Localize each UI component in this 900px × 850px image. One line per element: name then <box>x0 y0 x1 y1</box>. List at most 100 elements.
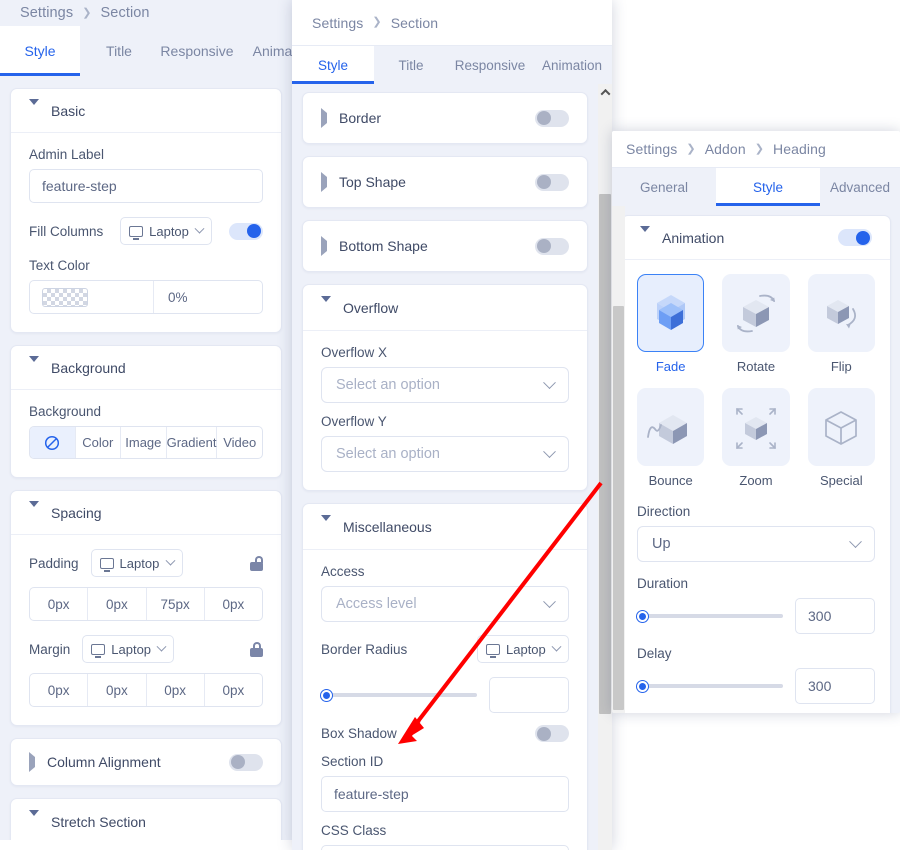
overflow-x-select[interactable]: Select an option <box>321 367 569 403</box>
fill-columns-toggle[interactable] <box>228 222 263 240</box>
background-option-gradient[interactable]: Gradient <box>167 427 218 458</box>
breadcrumb-item-section[interactable]: Section <box>101 5 150 21</box>
box-shadow-toggle[interactable] <box>535 725 569 742</box>
card-overflow-header[interactable]: Overflow <box>303 285 587 331</box>
tab-style[interactable]: Style <box>716 168 820 206</box>
scrollbar-thumb[interactable] <box>599 194 611 714</box>
animation-label: Special <box>820 473 863 488</box>
animation-option-zoom[interactable]: Zoom <box>722 388 790 488</box>
card-background-header[interactable]: Background <box>11 346 281 390</box>
animation-option-rotate[interactable]: Rotate <box>722 274 790 374</box>
tab-title[interactable]: Title <box>80 26 158 76</box>
direction-select[interactable]: Up <box>637 526 875 562</box>
animation-tile[interactable] <box>637 274 705 352</box>
card-top-shape-header[interactable]: Top Shape <box>303 157 587 207</box>
breadcrumb-item-settings[interactable]: Settings <box>312 15 363 31</box>
padding-left-input[interactable]: 0px <box>205 588 262 620</box>
card-border: Border <box>302 92 588 144</box>
duration-input[interactable]: 300 <box>795 598 875 634</box>
animation-tile[interactable] <box>807 388 875 466</box>
card-column-alignment-header[interactable]: Column Alignment <box>11 739 281 785</box>
tab-style[interactable]: Style <box>0 26 80 76</box>
animation-option-fade[interactable]: Fade <box>637 274 705 374</box>
tab-general[interactable]: General <box>612 168 716 206</box>
delay-input[interactable]: 300 <box>795 668 875 704</box>
card-basic-header[interactable]: Basic <box>11 89 281 133</box>
card-stretch-section-header[interactable]: Stretch Section <box>11 799 281 840</box>
border-radius-slider[interactable] <box>321 688 477 702</box>
tab-animation[interactable]: Animati <box>236 26 292 76</box>
margin-lock-icon[interactable] <box>250 641 263 657</box>
animation-option-special[interactable]: Special <box>807 388 875 488</box>
animation-tile[interactable] <box>637 388 705 466</box>
top-shape-toggle[interactable] <box>535 173 569 191</box>
margin-top-input[interactable]: 0px <box>30 674 89 706</box>
column-alignment-toggle[interactable] <box>229 753 263 771</box>
tab-advanced[interactable]: Advanced <box>820 168 900 206</box>
text-color-opacity-value[interactable]: 0% <box>154 281 262 313</box>
background-option-video[interactable]: Video <box>217 427 262 458</box>
chevron-right-icon <box>29 751 35 772</box>
border-toggle[interactable] <box>535 109 569 127</box>
card-background-body: Background Color Image Gradient Video <box>11 390 281 477</box>
animation-option-flip[interactable]: Flip <box>807 274 875 374</box>
bottom-shape-toggle[interactable] <box>535 237 569 255</box>
margin-left-input[interactable]: 0px <box>205 674 262 706</box>
scroll-up-arrow-icon[interactable] <box>598 84 612 100</box>
scrollbar-thumb[interactable] <box>613 306 624 710</box>
padding-device-select[interactable]: Laptop <box>90 549 183 577</box>
card-miscellaneous-header[interactable]: Miscellaneous <box>303 504 587 550</box>
animation-tile[interactable] <box>722 274 790 352</box>
border-radius-input[interactable] <box>489 677 569 713</box>
breadcrumb-item-settings[interactable]: Settings <box>20 5 73 21</box>
tab-responsive[interactable]: Responsive <box>448 46 532 84</box>
animation-option-bounce[interactable]: Bounce <box>637 388 705 488</box>
card-bottom-shape-header[interactable]: Bottom Shape <box>303 221 587 271</box>
card-miscellaneous-title: Miscellaneous <box>343 518 432 535</box>
tab-animation[interactable]: Animation <box>532 46 612 84</box>
breadcrumb-item-settings[interactable]: Settings <box>626 141 677 157</box>
padding-lock-icon[interactable] <box>250 555 263 571</box>
section-id-input[interactable]: feature-step <box>321 776 569 812</box>
padding-bottom-input[interactable]: 75px <box>147 588 205 620</box>
animation-toggle[interactable] <box>838 229 872 246</box>
animation-tile[interactable] <box>722 388 790 466</box>
card-border-title: Border <box>339 110 382 126</box>
margin-device-select[interactable]: Laptop <box>82 635 175 663</box>
card-border-header[interactable]: Border <box>303 93 587 143</box>
tab-title[interactable]: Title <box>374 46 448 84</box>
middle-panel-scrollbar[interactable] <box>598 84 612 850</box>
border-radius-device-select[interactable]: Laptop <box>477 635 569 663</box>
right-panel-scrollbar[interactable] <box>612 206 625 713</box>
tab-responsive[interactable]: Responsive <box>158 26 236 76</box>
background-option-color[interactable]: Color <box>76 427 122 458</box>
breadcrumb-separator-icon: ❯ <box>82 6 92 19</box>
padding-top-input[interactable]: 0px <box>30 588 89 620</box>
breadcrumb-item-section[interactable]: Section <box>391 15 438 31</box>
right-breadcrumb-bar: Settings ❯ Addon ❯ Heading <box>612 131 900 168</box>
text-color-field[interactable]: 0% <box>29 280 263 314</box>
card-bottom-shape-title: Bottom Shape <box>339 238 428 254</box>
access-level-select[interactable]: Access level <box>321 586 569 622</box>
margin-right-input[interactable]: 0px <box>88 674 147 706</box>
background-option-image[interactable]: Image <box>121 427 167 458</box>
breadcrumb-item-heading[interactable]: Heading <box>773 141 826 157</box>
card-animation-header[interactable]: Animation <box>622 216 890 260</box>
breadcrumb-item-addon[interactable]: Addon <box>705 141 746 157</box>
tab-style[interactable]: Style <box>292 46 374 84</box>
fill-columns-device-select[interactable]: Laptop <box>120 217 213 245</box>
duration-slider[interactable] <box>637 609 783 623</box>
background-option-none[interactable] <box>30 427 76 458</box>
card-spacing-header[interactable]: Spacing <box>11 491 281 535</box>
chevron-down-icon <box>321 296 331 312</box>
padding-right-input[interactable]: 0px <box>88 588 147 620</box>
css-class-input[interactable] <box>321 845 569 850</box>
text-color-swatch[interactable] <box>30 281 154 313</box>
overflow-y-select[interactable]: Select an option <box>321 436 569 472</box>
animation-tile[interactable] <box>807 274 875 352</box>
admin-label-input[interactable]: feature-step <box>29 169 263 203</box>
margin-bottom-input[interactable]: 0px <box>147 674 205 706</box>
duration-label: Duration <box>637 576 689 591</box>
monitor-icon <box>129 225 144 240</box>
delay-slider[interactable] <box>637 679 783 693</box>
